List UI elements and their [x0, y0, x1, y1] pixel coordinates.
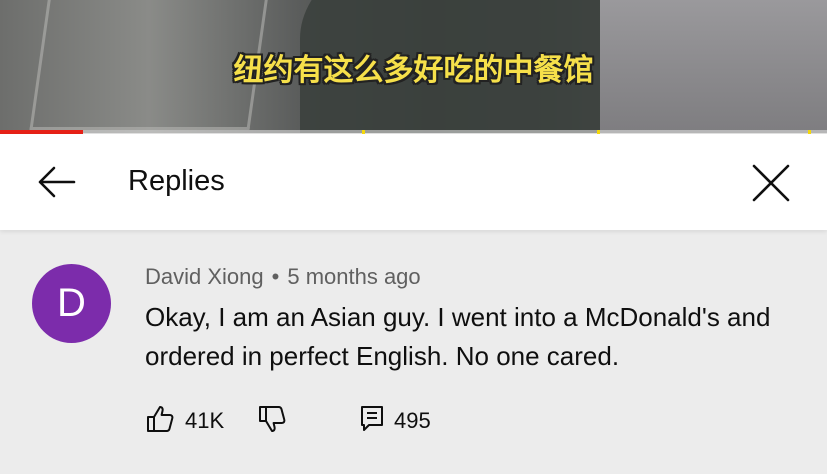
comment-meta: David Xiong • 5 months ago [145, 264, 421, 290]
reply-button[interactable]: 495 [360, 404, 431, 438]
meta-separator: • [271, 264, 280, 289]
avatar[interactable]: D [32, 264, 111, 343]
page-title: Replies [128, 165, 225, 197]
avatar-letter: D [57, 281, 86, 325]
thumbs-up-icon [145, 404, 175, 439]
thumbs-down-icon [257, 404, 287, 439]
replies-header: Replies [0, 134, 827, 230]
comment-author[interactable]: David Xiong [145, 264, 264, 289]
video-caption: 纽约有这么多好吃的中餐馆 [233, 53, 594, 88]
comment-icon [360, 405, 384, 438]
reply-count: 495 [394, 408, 431, 433]
like-count: 41K [185, 408, 225, 433]
dislike-button[interactable] [257, 404, 287, 438]
close-icon[interactable] [750, 162, 792, 204]
comment-time: 5 months ago [287, 264, 421, 289]
like-button[interactable]: 41K [145, 404, 224, 438]
back-arrow-icon[interactable] [36, 164, 78, 200]
video-player[interactable]: 纽约有这么多好吃的中餐馆 [0, 0, 827, 133]
comment-text: Okay, I am an Asian guy. I went into a M… [145, 302, 771, 371]
